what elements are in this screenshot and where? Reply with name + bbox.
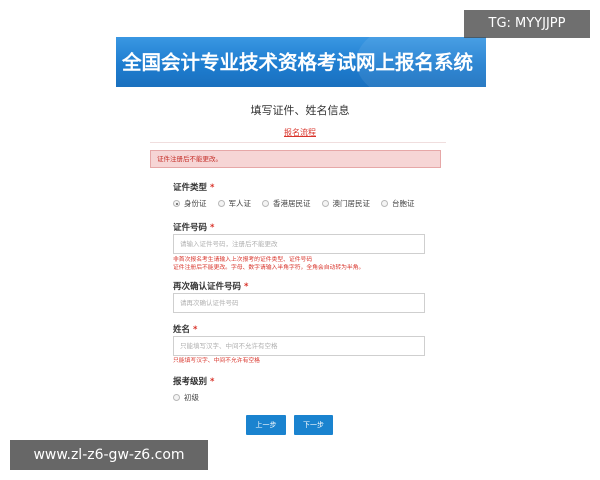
divider (150, 142, 446, 143)
radio-unchecked-icon[interactable] (217, 200, 225, 207)
radio-taiwan-permit[interactable]: 台胞证 (381, 198, 415, 209)
required-mark: * (210, 377, 215, 387)
step-title: 填写证件、姓名信息 (250, 104, 350, 117)
header-banner: 全国会计专业技术资格考试网上报名系统 (116, 37, 486, 87)
name-input[interactable] (173, 336, 425, 356)
radio-unchecked-icon[interactable] (262, 200, 269, 207)
id-type-radio-group: 身份证 军人证 香港居民证 澳门居民证 台胞证 (173, 198, 426, 209)
required-mark: * (193, 325, 198, 335)
radio-checked-icon[interactable] (173, 200, 180, 207)
system-title: 全国会计专业技术资格考试网上报名系统 (122, 51, 474, 74)
required-mark: * (210, 183, 215, 193)
warning-alert: 证件注册后不能更改。 (150, 150, 441, 168)
radio-id-card[interactable]: 身份证 (173, 198, 207, 209)
radio-unchecked-icon[interactable] (381, 200, 388, 207)
id-confirm-input[interactable] (173, 293, 425, 313)
telegram-watermark: TG: MYYJJPP (464, 10, 590, 38)
next-step-button[interactable]: 下一步 (294, 415, 333, 435)
exam-level-radio-group: 初级 (173, 392, 210, 403)
website-watermark: www.zl-z6-gw-z6.com (10, 440, 208, 470)
required-mark: * (210, 223, 215, 233)
id-number-label: 证件号码 * (173, 223, 215, 233)
id-number-hint-1: 非首次报名考生请输入上次报考的证件类型、证件号码 (173, 257, 313, 263)
radio-hongkong-permit[interactable]: 香港居民证 (262, 198, 311, 209)
exam-level-label: 报考级别 * (173, 377, 215, 387)
radio-macau-permit[interactable]: 澳门居民证 (321, 198, 370, 209)
name-hint: 只能填写汉字、中间不允许有空格 (173, 358, 260, 364)
id-number-input[interactable] (173, 234, 425, 254)
id-type-label: 证件类型 * (173, 183, 215, 193)
id-confirm-label: 再次确认证件号码 * (173, 282, 249, 292)
name-label: 姓名 * (173, 325, 198, 335)
prev-step-button[interactable]: 上一步 (246, 415, 286, 435)
required-mark: * (244, 282, 249, 292)
radio-junior-level[interactable]: 初级 (173, 392, 199, 403)
radio-unchecked-icon[interactable] (321, 200, 329, 207)
id-number-hint-2: 证件注册后不能更改。字母、数字请输入半角字符，全角会自动转为半角。 (173, 265, 365, 271)
radio-military-card[interactable]: 军人证 (217, 198, 251, 209)
registration-flow-link[interactable]: 报名流程 (0, 127, 600, 138)
radio-unchecked-icon[interactable] (173, 394, 180, 401)
